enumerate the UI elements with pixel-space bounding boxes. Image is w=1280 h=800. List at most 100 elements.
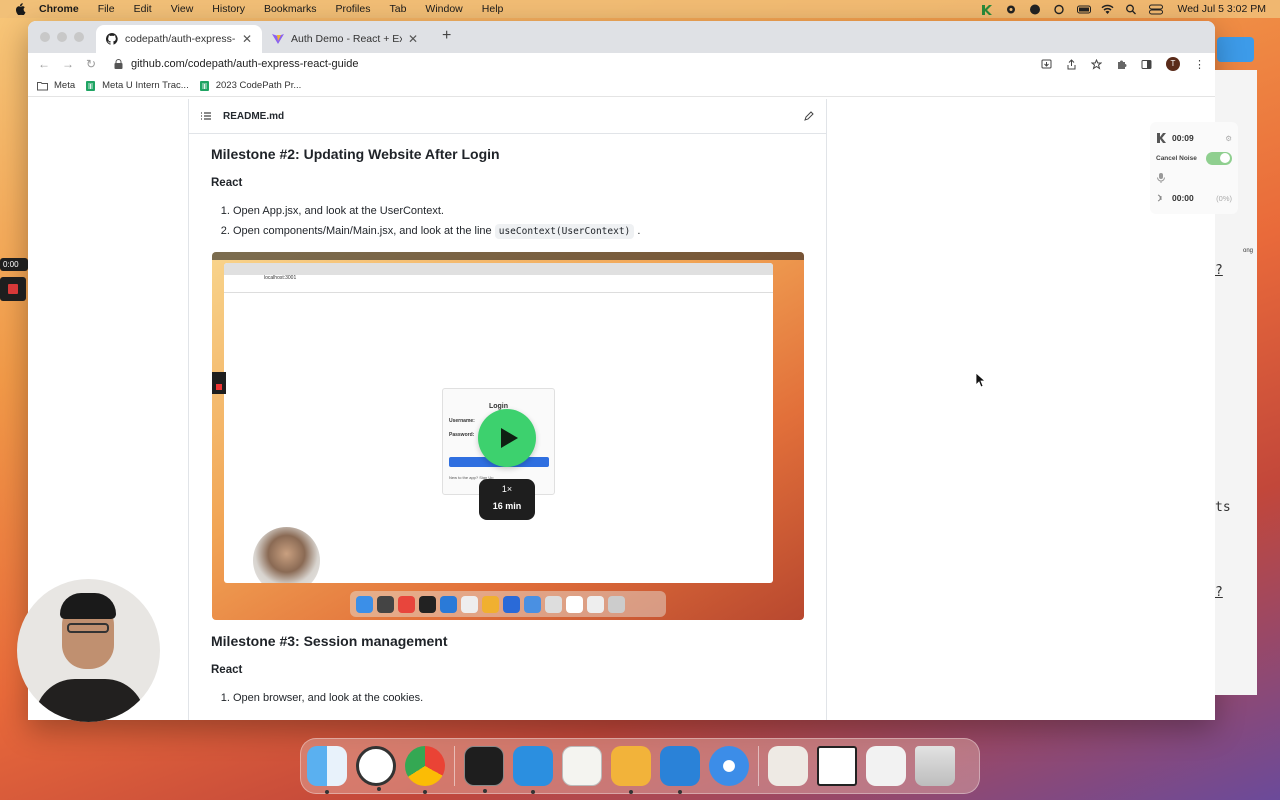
- numbers-grid-icon[interactable]: [660, 746, 700, 794]
- window-controls: [40, 32, 84, 42]
- back-arrow-icon[interactable]: ←: [38, 57, 50, 71]
- menu-help[interactable]: Help: [482, 3, 504, 15]
- recorder-time: 0:00: [0, 258, 28, 271]
- extensions-puzzle-icon[interactable]: [1116, 59, 1127, 70]
- bookmark-label: 2023 CodePath Pr...: [215, 80, 302, 91]
- sheets-icon: [86, 80, 96, 91]
- preview-icon[interactable]: [768, 746, 808, 786]
- background-text: ?: [1215, 585, 1223, 600]
- tab-title: Auth Demo - React + Express: [291, 33, 402, 45]
- microphone-icon[interactable]: [1156, 173, 1166, 183]
- tableplus-elephant-icon[interactable]: [611, 746, 651, 794]
- trash-icon[interactable]: [915, 746, 955, 786]
- menu-app-name[interactable]: Chrome: [39, 3, 79, 15]
- spotlight-search-icon[interactable]: [1125, 4, 1137, 15]
- step-text: Open App.jsx, and look at the UserContex…: [233, 205, 444, 217]
- background-text: ?: [1215, 263, 1223, 278]
- address-bar[interactable]: github.com/codepath/auth-express-react-g…: [114, 54, 1041, 74]
- menu-tab[interactable]: Tab: [389, 3, 406, 15]
- archive-icon[interactable]: [866, 746, 906, 786]
- gear-icon[interactable]: [1005, 4, 1017, 15]
- play-button-icon[interactable]: [478, 409, 536, 467]
- outline-list-icon[interactable]: [201, 112, 211, 120]
- close-window-button[interactable]: [40, 32, 50, 42]
- video-inner-menubar: [212, 252, 804, 260]
- menu-history[interactable]: History: [212, 3, 245, 15]
- background-app-window: [1217, 37, 1254, 62]
- bookmark-meta-u-intern[interactable]: Meta U Intern Trac...: [85, 80, 189, 91]
- video-duration: 16 min: [492, 501, 522, 511]
- sync-icon[interactable]: [1053, 4, 1065, 15]
- inline-code: useContext(UserContext): [494, 224, 635, 239]
- microphone-row: [1156, 168, 1232, 188]
- finder-icon[interactable]: [307, 746, 347, 794]
- loom-settings-icon[interactable]: ⚙: [1225, 134, 1232, 143]
- bookmark-star-icon[interactable]: [1091, 58, 1102, 70]
- script-editor-icon[interactable]: [562, 746, 602, 786]
- activity-monitor-icon[interactable]: [356, 746, 396, 791]
- install-app-icon[interactable]: [1041, 59, 1052, 70]
- close-tab-icon[interactable]: ✕: [242, 32, 252, 46]
- facebook-icon[interactable]: [1029, 4, 1041, 15]
- battery-icon[interactable]: [1077, 4, 1092, 15]
- minimize-window-button[interactable]: [57, 32, 67, 42]
- kap-icon[interactable]: [981, 4, 993, 15]
- menu-view[interactable]: View: [171, 3, 194, 15]
- video-inner-dock: [350, 591, 666, 617]
- video-speed-duration-badge[interactable]: 1× 16 min: [479, 479, 535, 520]
- wifi-icon[interactable]: [1101, 4, 1114, 15]
- edit-pencil-icon[interactable]: [804, 111, 814, 121]
- bookmark-codepath[interactable]: 2023 CodePath Pr...: [199, 80, 302, 91]
- side-panel-icon[interactable]: [1141, 59, 1152, 70]
- sheets-icon: [199, 80, 209, 91]
- menu-bookmarks[interactable]: Bookmarks: [264, 3, 317, 15]
- audio-time: 00:00: [1172, 193, 1194, 203]
- tab-auth-demo[interactable]: Auth Demo - React + Express ✕: [262, 25, 428, 53]
- tab-title: codepath/auth-express-react-: [125, 33, 236, 45]
- milestone-3-heading: Milestone #3: Session management: [211, 633, 448, 649]
- forward-arrow-icon[interactable]: →: [62, 57, 74, 71]
- background-text: ong: [1243, 248, 1254, 254]
- apple-icon[interactable]: [14, 3, 26, 16]
- menu-edit[interactable]: Edit: [134, 3, 152, 15]
- menubar-clock[interactable]: Wed Jul 5 3:02 PM: [1177, 3, 1266, 15]
- tab-github-readme[interactable]: codepath/auth-express-react- ✕: [96, 25, 262, 53]
- bookmark-label: Meta: [54, 80, 76, 91]
- milestone-3-steps: Open browser, and look at the cookies.: [211, 692, 448, 704]
- stop-recording-button[interactable]: [0, 277, 26, 301]
- step-text-end: .: [637, 225, 641, 237]
- webcam-bubble[interactable]: [17, 579, 160, 722]
- playback-speed: 1×: [501, 484, 513, 494]
- webcam-person-hair: [60, 593, 116, 619]
- bookmark-meta[interactable]: Meta: [37, 80, 75, 91]
- new-tab-plus-icon[interactable]: +: [442, 27, 451, 45]
- video-inner-tabs: [224, 263, 773, 275]
- profile-avatar[interactable]: T: [1166, 57, 1180, 71]
- menu-profiles[interactable]: Profiles: [335, 3, 370, 15]
- readme-header: README.md: [189, 99, 826, 134]
- chrome-icon[interactable]: [405, 746, 445, 794]
- dock-separator: [454, 746, 455, 786]
- control-center-icon[interactable]: [1149, 4, 1164, 15]
- blank-window-icon[interactable]: [817, 746, 857, 786]
- zoom-window-button[interactable]: [74, 32, 84, 42]
- cancel-noise-toggle[interactable]: [1206, 151, 1232, 165]
- list-item: Open components/Main/Main.jsx, and look …: [233, 224, 826, 239]
- video-inner-webcam: [253, 527, 320, 583]
- reload-icon[interactable]: ↻: [86, 57, 96, 71]
- milestone-3-subheading: React: [211, 664, 243, 676]
- safari-icon[interactable]: [709, 746, 749, 786]
- vscode-icon[interactable]: [513, 746, 553, 794]
- menu-file[interactable]: File: [98, 3, 115, 15]
- folder-icon: [37, 81, 48, 90]
- bookmarks-bar: Meta Meta U Intern Trac... 2023 CodePath…: [28, 75, 1215, 97]
- menu-window[interactable]: Window: [425, 3, 462, 15]
- share-icon[interactable]: [1066, 58, 1077, 70]
- macos-menu-bar: Chrome File Edit View History Bookmarks …: [0, 0, 1280, 18]
- close-tab-icon[interactable]: ✕: [408, 32, 418, 46]
- terminal-icon[interactable]: [464, 746, 504, 793]
- cancel-noise-label: Cancel Noise: [1156, 154, 1197, 162]
- vite-icon: [272, 34, 284, 44]
- kebab-menu-icon[interactable]: ⋮: [1194, 58, 1205, 71]
- loom-video-thumbnail[interactable]: localhost:3001 Login Username: Password:…: [212, 252, 804, 620]
